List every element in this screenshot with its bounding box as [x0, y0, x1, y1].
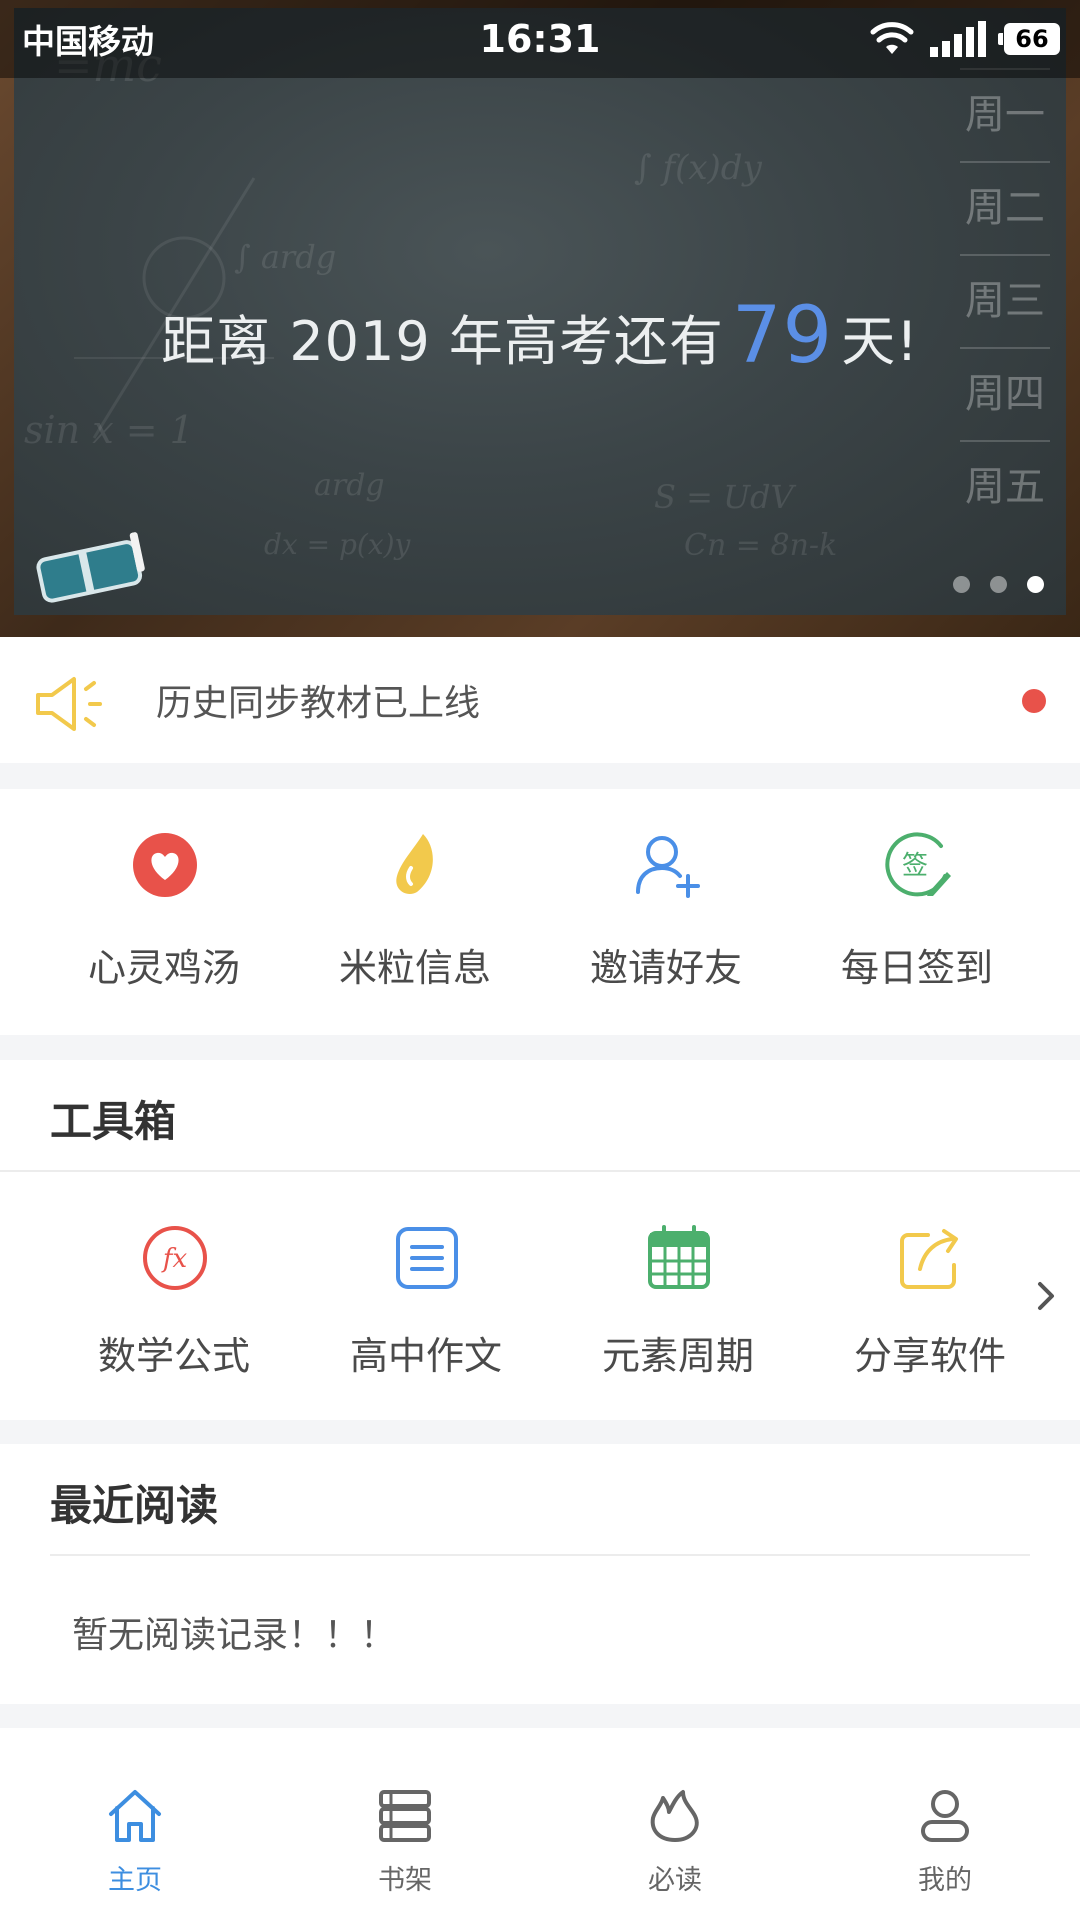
flame-icon	[650, 1790, 699, 1842]
profile-icon	[921, 1790, 969, 1842]
speaker-icon	[36, 677, 102, 731]
tab-label: 我的	[918, 1865, 972, 1896]
share-icon	[900, 1229, 958, 1289]
tab-bookshelf[interactable]: 书架	[270, 1752, 540, 1920]
quick-action-label: 米粒信息	[338, 946, 491, 990]
divider	[0, 1170, 1080, 1172]
recent-reading-section: 最近阅读 暂无阅读记录！！！	[0, 1444, 1080, 1704]
bottom-tab-bar: 主页 书架 必读 我的	[0, 1752, 1080, 1920]
announcement-text: 历史同步教材已上线	[156, 683, 481, 724]
tab-label: 必读	[648, 1865, 702, 1896]
svg-text:签: 签	[902, 851, 928, 881]
pager-dot-active[interactable]	[1027, 576, 1044, 593]
tool-label: 数学公式	[97, 1334, 250, 1378]
divider	[50, 1554, 1030, 1556]
tool-label: 分享软件	[853, 1334, 1006, 1378]
chalkboard: =mc ∫ f(x)dy ∫ ardg sin x = 1 ardg S = U…	[14, 8, 1066, 615]
section-title: 最近阅读	[50, 1481, 219, 1530]
announcement-bar[interactable]: 历史同步教材已上线	[0, 637, 1080, 763]
countdown-text: 距离 2019 年高考还有 79 天!	[14, 291, 1066, 381]
svg-text:fx: fx	[161, 1244, 188, 1274]
unread-dot	[1022, 689, 1046, 713]
battery-indicator: 66	[998, 23, 1060, 55]
tab-label: 书架	[378, 1865, 432, 1896]
formula-icon: fx	[143, 1226, 207, 1290]
wifi-icon	[870, 22, 914, 54]
banner-pager[interactable]	[953, 576, 1044, 593]
empty-state-text: 暂无阅读记录！！！	[72, 1615, 397, 1656]
carrier-name: 中国移动	[22, 22, 154, 61]
tab-label: 主页	[108, 1865, 162, 1896]
countdown-suffix: 天!	[841, 310, 919, 373]
section-title: 工具箱	[50, 1097, 177, 1146]
toolbox-section: 工具箱 fx 数学公式 高中作文 元素周期 分享软件	[0, 1060, 1080, 1420]
countdown-banner[interactable]: =mc ∫ f(x)dy ∫ ardg sin x = 1 ardg S = U…	[0, 0, 1080, 637]
tool-label: 元素周期	[601, 1334, 754, 1378]
rice-grain-icon	[396, 834, 433, 895]
tool-label: 高中作文	[349, 1334, 502, 1378]
document-icon	[396, 1227, 458, 1289]
signal-icon	[930, 21, 986, 57]
quick-action-label: 每日签到	[840, 946, 993, 990]
tab-home[interactable]: 主页	[0, 1752, 270, 1920]
pager-dot[interactable]	[953, 576, 970, 593]
chevron-right-icon[interactable]	[1036, 1280, 1058, 1312]
quick-action-label: 邀请好友	[589, 946, 742, 990]
quick-actions: 心灵鸡汤 米粒信息 邀请好友 签 每日签到	[0, 789, 1080, 1035]
home-icon	[109, 1790, 161, 1842]
tab-must-read[interactable]: 必读	[540, 1752, 810, 1920]
add-user-icon	[636, 836, 700, 898]
status-bar: 中国移动 16:31 66	[0, 0, 1080, 78]
countdown-days: 79	[731, 291, 834, 381]
bookshelf-icon	[379, 1790, 431, 1842]
sign-in-icon: 签	[885, 832, 951, 897]
heart-icon	[133, 833, 197, 897]
quick-action-label: 心灵鸡汤	[87, 946, 240, 990]
tab-profile[interactable]: 我的	[810, 1752, 1080, 1920]
pager-dot[interactable]	[990, 576, 1007, 593]
calendar-grid-icon	[648, 1225, 710, 1289]
countdown-prefix: 距离 2019 年高考还有	[161, 310, 724, 373]
